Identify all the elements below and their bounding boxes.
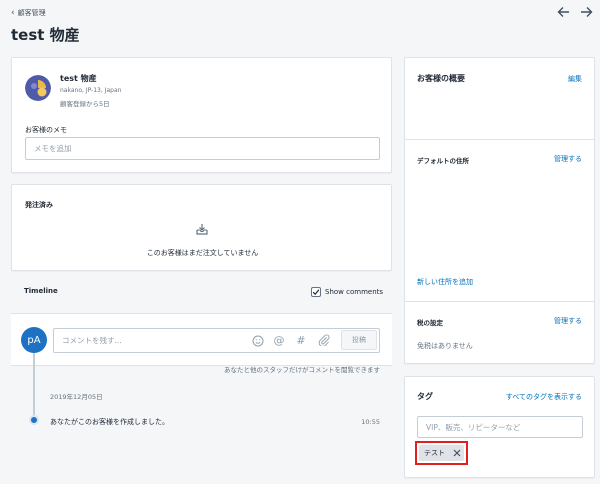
- overview-title: お客様の概要: [417, 74, 465, 83]
- tags-card: タグ すべてのタグを表示する VIP、販売、リピーターなど テスト: [404, 376, 595, 478]
- view-all-tags-link[interactable]: すべてのタグを表示する: [506, 392, 582, 402]
- attachment-icon[interactable]: [317, 333, 331, 347]
- tag-chip[interactable]: テスト: [419, 445, 464, 461]
- staff-avatar-initials: pA: [27, 334, 41, 346]
- timeline-date: 2019年12月05日: [50, 393, 103, 401]
- orders-title: 発注済み: [25, 201, 53, 209]
- tax-title: 税の設定: [417, 319, 443, 327]
- timeline-event-dot: [29, 415, 39, 425]
- overview-card: お客様の概要 編集 デフォルトの住所 管理する 新しい住所を追加 税の設定 管理…: [404, 57, 595, 364]
- timeline-event-text: あなたがこのお客様を作成しました。: [50, 418, 169, 426]
- show-comments-label: Show comments: [325, 288, 384, 296]
- tax-manage-link[interactable]: 管理する: [554, 316, 582, 326]
- timeline-event-time: 10:55: [361, 418, 380, 426]
- tags-title: タグ: [417, 392, 433, 401]
- breadcrumb-back[interactable]: ‹ 顧客管理: [11, 8, 46, 18]
- chevron-left-icon: ‹: [11, 7, 15, 18]
- arrow-left-icon: [557, 7, 569, 17]
- customer-card: test 物産 nakano, JP-13, Japan 顧客登録から5日 お客…: [11, 57, 392, 173]
- checkbox-checked-icon[interactable]: [311, 287, 321, 297]
- arrow-right-icon: [581, 7, 593, 17]
- timeline-title: Timeline: [24, 287, 58, 295]
- avatar: [25, 75, 51, 101]
- orders-card: 発注済み このお客様はまだ注文していません: [11, 184, 392, 271]
- page-title: test 物産: [11, 26, 80, 44]
- tax-status: 免税はありません: [417, 342, 473, 350]
- emoji-icon[interactable]: [251, 334, 264, 347]
- note-label: お客様のメモ: [25, 126, 67, 134]
- divider: [405, 139, 594, 140]
- hashtag-icon[interactable]: #: [294, 333, 308, 347]
- show-comments-toggle[interactable]: Show comments: [311, 287, 383, 297]
- tags-input[interactable]: VIP、販売、リピーターなど: [417, 416, 583, 438]
- next-customer-arrow[interactable]: [580, 6, 593, 18]
- address-title: デフォルトの住所: [417, 157, 469, 165]
- post-button-label: 投稿: [352, 336, 366, 344]
- tag-chip-label: テスト: [424, 449, 445, 457]
- add-address-link[interactable]: 新しい住所を追加: [417, 277, 473, 287]
- prev-customer-arrow[interactable]: [557, 6, 570, 18]
- customer-location: nakano, JP-13, Japan: [60, 87, 122, 94]
- note-input[interactable]: メモを追加: [25, 137, 380, 160]
- customer-since: 顧客登録から5日: [60, 100, 110, 108]
- mention-icon[interactable]: @: [272, 333, 286, 347]
- breadcrumb-label: 顧客管理: [17, 9, 46, 17]
- divider: [405, 301, 594, 302]
- close-icon[interactable]: [453, 449, 461, 457]
- inbox-download-icon: [195, 222, 209, 236]
- post-button[interactable]: 投稿: [341, 330, 377, 350]
- address-manage-link[interactable]: 管理する: [554, 154, 582, 164]
- staff-avatar: pA: [21, 327, 47, 353]
- comment-visibility-note: あなたと他のスタッフだけがコメントを閲覧できます: [224, 366, 380, 374]
- customer-name: test 物産: [60, 74, 97, 83]
- orders-empty-text: このお客様はまだ注文していません: [146, 249, 259, 257]
- overview-edit-link[interactable]: 編集: [568, 74, 582, 84]
